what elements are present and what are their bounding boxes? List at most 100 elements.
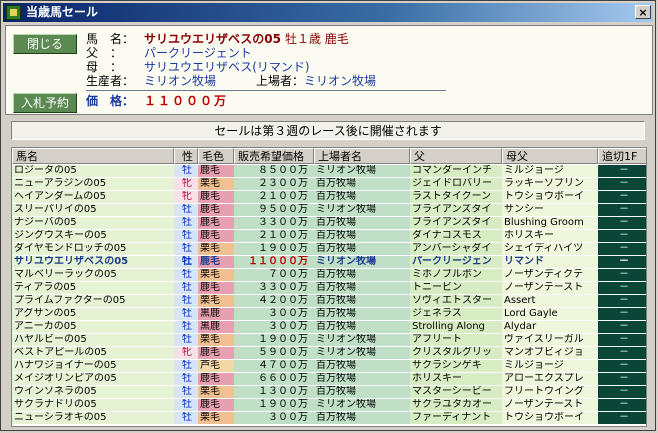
table-row[interactable]: ハヤルビーの05 牡栗毛 １９００万 ミリオン牧場 アフリート ヴァイスリーガル－ [12, 334, 646, 346]
name-label: 馬 名： [86, 32, 135, 46]
owner-cell: ミリオン牧場 [314, 165, 410, 177]
title-bar[interactable]: 当歳馬セール × [3, 3, 653, 22]
header-price[interactable]: 販売希望価格 [234, 148, 314, 164]
table-row[interactable]: メイジオリンピアの05 牡鹿毛 ６６００万 百万牧場 ホリスキー アローエクスプレ－ [12, 373, 646, 385]
workout-cell: － [598, 334, 646, 346]
horse-name-cell: ハヤルビーの05 [12, 334, 174, 346]
coat-cell: 鹿毛 [198, 256, 234, 268]
price-cell: ７００万 [234, 269, 314, 281]
owner-cell: 百万牧場 [314, 269, 410, 281]
coat-cell: 栗毛 [198, 412, 234, 424]
damsire-cell: ラッキーソブリン [502, 178, 598, 190]
header-damsire[interactable]: 母父 [502, 148, 598, 164]
table-row[interactable]: ティアラの05 牡鹿毛 ３３００万 百万牧場 トニービン ノーザンテースト－ [12, 282, 646, 294]
owner-cell: 百万牧場 [314, 243, 410, 255]
workout-cell: － [598, 178, 646, 190]
price-cell: ３００万 [234, 308, 314, 320]
workout-cell: － [598, 230, 646, 242]
sex-cell: 牡 [174, 373, 198, 385]
horse-name-cell: ハナワジョイナーの05 [12, 360, 174, 372]
table-row[interactable]: ニューアラジンの05 牝栗毛 ２３００万 百万牧場 ジェイドロバリー ラッキーソブリン－ [12, 178, 646, 190]
owner-cell: 百万牧場 [314, 321, 410, 333]
workout-cell: － [598, 204, 646, 216]
sex-cell: 牡 [174, 282, 198, 294]
damsire-cell: Blushing Groom [502, 217, 598, 229]
workout-cell: － [598, 386, 646, 398]
price-cell: ３００万 [234, 412, 314, 424]
price-cell: ３３００万 [234, 282, 314, 294]
owner-value: ミリオン牧場 [304, 74, 377, 88]
sex-cell: 牡 [174, 308, 198, 320]
horse-name-cell: ティアラの05 [12, 282, 174, 294]
sex-cell: 牡 [174, 269, 198, 281]
sire-cell: ラストタイクーン [410, 191, 502, 203]
window-title: 当歳馬セール [26, 5, 99, 19]
coat-cell: 栗毛 [198, 295, 234, 307]
header-sex[interactable]: 性 [174, 148, 198, 164]
workout-cell: － [598, 308, 646, 320]
sire-cell: Strolling Along [410, 321, 502, 333]
sire-cell: マスターシービー [410, 386, 502, 398]
table-row[interactable]: ナジーバの05 牡鹿毛 ３３００万 百万牧場 ブライアンズタイ Blushing Groo… [12, 217, 646, 229]
table-row[interactable]: ハナワジョイナーの05 牡芦毛 ４７００万 百万牧場 サクラシンゲキ ミルジョージ－ [12, 360, 646, 372]
damsire-cell: ノーザンテースト [502, 282, 598, 294]
bid-reserve-button[interactable]: 入札予約 [13, 93, 77, 113]
coat-cell: 鹿毛 [198, 165, 234, 177]
owner-cell: ミリオン牧場 [314, 347, 410, 359]
owner-cell: 百万牧場 [314, 295, 410, 307]
breeder-value: ミリオン牧場 [144, 74, 217, 88]
sex-cell: 牡 [174, 360, 198, 372]
coat-cell: 鹿毛 [198, 373, 234, 385]
workout-cell: － [598, 295, 646, 307]
sex-cell: 牡 [174, 243, 198, 255]
table-row[interactable]: スリーパリイの05 牡鹿毛 ９５００万 ミリオン牧場 ブライアンズタイ サンシー－ [12, 204, 646, 216]
workout-cell: － [598, 321, 646, 333]
sire-cell: サクラユタカオー [410, 399, 502, 411]
coat-cell: 栗毛 [198, 386, 234, 398]
damsire-cell: ホリスキー [502, 230, 598, 242]
price-cell: １９００万 [234, 243, 314, 255]
workout-cell: － [598, 360, 646, 372]
sex-cell: 牝 [174, 347, 198, 359]
header-owner[interactable]: 上場者名 [314, 148, 410, 164]
table-row[interactable]: マルベリーラックの05 牡栗毛 ７００万 百万牧場 ミホノブルボン ノーザンディクテ－ [12, 269, 646, 281]
table-row[interactable]: ニューシラオキの05 牡栗毛 ３００万 百万牧場 ファーディナント トウショウボーイ－ [12, 412, 646, 424]
header-sire[interactable]: 父 [410, 148, 502, 164]
owner-cell: 百万牧場 [314, 282, 410, 294]
sire-cell: トニービン [410, 282, 502, 294]
close-button[interactable]: 閉じる [13, 34, 77, 54]
table-row[interactable]: ヘイアンダームの05 牝鹿毛 ２１００万 百万牧場 ラストタイクーン トウショウボーイ－ [12, 191, 646, 203]
detail-breeder-row: 生産者： ミリオン牧場 上場者：ミリオン牧場 [86, 74, 376, 89]
sex-cell: 牝 [174, 178, 198, 190]
sire-label: 父 ： [86, 46, 123, 60]
damsire-cell: リマンド [502, 256, 598, 268]
coat-cell: 鹿毛 [198, 217, 234, 229]
sex-cell: 牡 [174, 204, 198, 216]
horse-detail-panel: 閉じる 入札予約 馬 名： サリユウエリザベスの05 牡１歳 鹿毛 父 ： パークリー… [5, 25, 653, 115]
table-row[interactable]: ロジータの05 牡鹿毛 ８５００万 ミリオン牧場 コマンダーインチ ミルジョージ－ [12, 165, 646, 177]
dam-label: 母 ： [86, 60, 123, 74]
sire-cell: ジェネラス [410, 308, 502, 320]
table-row[interactable]: サリユウエリザベスの05 牡鹿毛 １１０００万 ミリオン牧場 パークリージェン リマンド－ [12, 256, 646, 268]
owner-cell: 百万牧場 [314, 386, 410, 398]
damsire-cell: ヴァイスリーガル [502, 334, 598, 346]
table-row[interactable]: サクラナドリの05 牡鹿毛 １９００万 ミリオン牧場 サクラユタカオー ノーザンテースト－ [12, 399, 646, 411]
header-workout[interactable]: 追切1F [598, 148, 646, 164]
table-row[interactable]: プライムファクターの05 牡栗毛 ４２００万 百万牧場 ソヴィエトスター Assert － [12, 295, 646, 307]
table-row[interactable]: ジングウスキーの05 牡鹿毛 ２１００万 百万牧場 ダイナコスモス ホリスキー－ [12, 230, 646, 242]
damsire-cell: Alydar [502, 321, 598, 333]
close-window-button[interactable]: × [635, 5, 651, 19]
coat-cell: 鹿毛 [198, 347, 234, 359]
table-row[interactable]: ダイヤモンドロッチの05 牡栗毛 １９００万 百万牧場 アンバーシャダイ シェイディハイツ… [12, 243, 646, 255]
horse-name-cell: ニューアラジンの05 [12, 178, 174, 190]
owner-cell: 百万牧場 [314, 412, 410, 424]
header-coat[interactable]: 毛色 [198, 148, 234, 164]
breeder-label: 生産者： [86, 74, 135, 88]
table-row[interactable]: ウインソネラの05 牡栗毛 １３００万 百万牧場 マスターシービー フリートウイング－ [12, 386, 646, 398]
table-row[interactable]: ベストアピールの05 牝鹿毛 ５９００万 ミリオン牧場 クリスタルグリッ マンオブビィジョ… [12, 347, 646, 359]
damsire-cell: シェイディハイツ [502, 243, 598, 255]
sire-cell: パークリージェン [410, 256, 502, 268]
table-row[interactable]: アニーカの05 牡黒鹿 ３００万 百万牧場 Strolling Along Alydar － [12, 321, 646, 333]
header-horse-name[interactable]: 馬名 [12, 148, 174, 164]
table-row[interactable]: アグサンの05 牡黒鹿 ３００万 百万牧場 ジェネラス Lord Gayle － [12, 308, 646, 320]
